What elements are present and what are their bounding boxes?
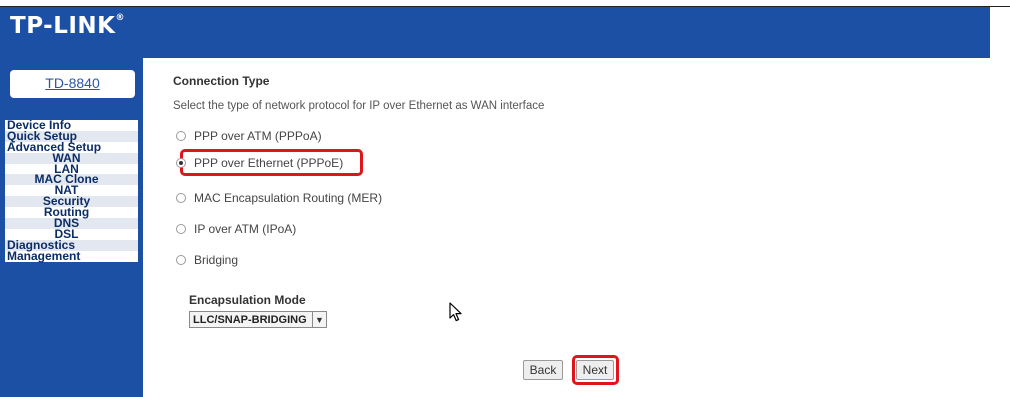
- model-badge: TD-8840: [10, 70, 135, 98]
- back-button[interactable]: Back: [523, 360, 563, 380]
- chevron-down-icon[interactable]: ▼: [312, 312, 326, 327]
- option-bridging[interactable]: Bridging: [176, 250, 238, 270]
- radio-pppoa[interactable]: [176, 131, 186, 141]
- sidebar: TD-8840 Device Info Quick Setup Advanced…: [0, 58, 143, 397]
- option-ipoa[interactable]: IP over ATM (IPoA): [176, 219, 296, 239]
- page-title: Connection Type: [173, 74, 270, 88]
- main-content: Connection Type Select the type of netwo…: [143, 58, 990, 397]
- option-pppoe-label: PPP over Ethernet (PPPoE): [194, 156, 344, 170]
- next-button[interactable]: Next: [576, 360, 614, 380]
- page-description: Select the type of network protocol for …: [173, 100, 545, 112]
- option-ipoa-label: IP over ATM (IPoA): [194, 222, 297, 236]
- radio-ipoa[interactable]: [176, 224, 186, 234]
- encapsulation-mode-value: LLC/SNAP-BRIDGING: [193, 313, 307, 326]
- model-name[interactable]: TD-8840: [10, 75, 135, 91]
- radio-pppoe[interactable]: [176, 158, 186, 168]
- option-bridging-label: Bridging: [194, 253, 239, 267]
- option-pppoa[interactable]: PPP over ATM (PPPoA): [176, 126, 322, 146]
- tp-link-logo: TP-LINK®: [10, 13, 125, 39]
- sidebar-item-management[interactable]: Management: [5, 250, 138, 262]
- radio-mer[interactable]: [176, 193, 186, 203]
- header-bar: TP-LINK®: [0, 7, 990, 58]
- option-pppoa-label: PPP over ATM (PPPoA): [194, 129, 322, 143]
- mouse-pointer-icon: [449, 302, 462, 322]
- option-mer-label: MAC Encapsulation Routing (MER): [194, 191, 383, 205]
- encapsulation-mode-select[interactable]: LLC/SNAP-BRIDGING ▼: [189, 311, 327, 328]
- radio-bridging[interactable]: [176, 255, 186, 265]
- sidebar-nav: Device Info Quick Setup Advanced Setup W…: [5, 119, 138, 262]
- option-pppoe[interactable]: PPP over Ethernet (PPPoE): [176, 153, 343, 173]
- option-mer[interactable]: MAC Encapsulation Routing (MER): [176, 188, 382, 208]
- encapsulation-mode-label: Encapsulation Mode: [189, 293, 306, 307]
